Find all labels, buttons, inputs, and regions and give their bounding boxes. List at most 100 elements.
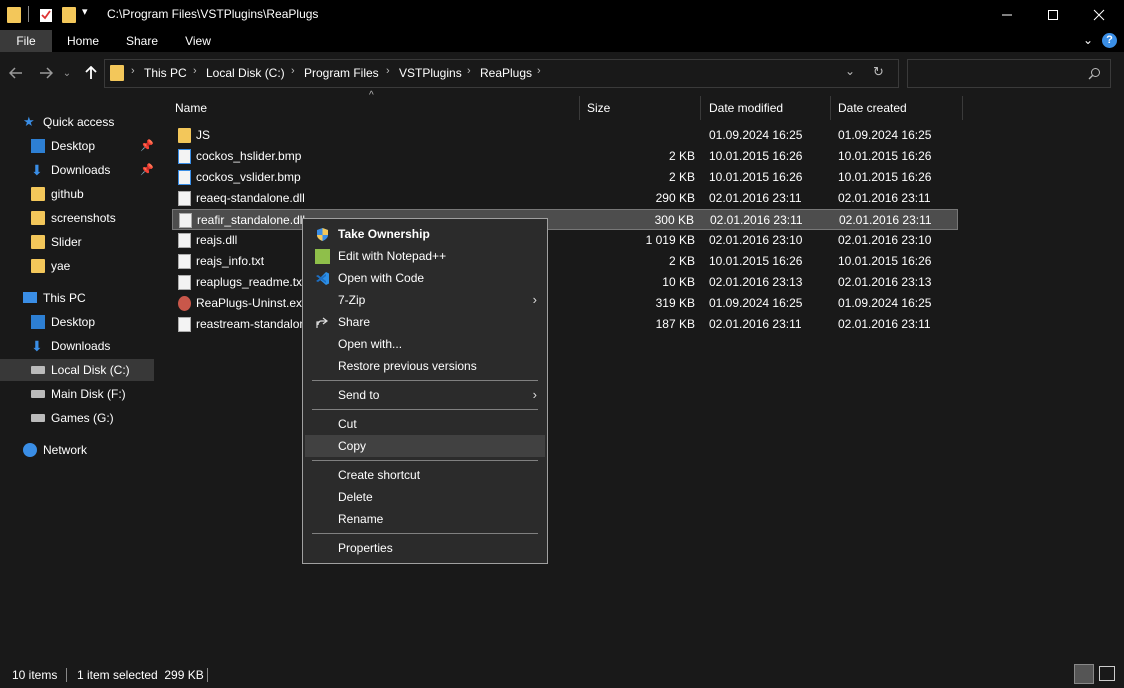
- nav-item-desktop[interactable]: Desktop 📌: [0, 135, 154, 157]
- address-dropdown-icon[interactable]: ⌄: [845, 64, 855, 78]
- nav-item-games-g[interactable]: Games (G:): [0, 407, 154, 429]
- back-arrow-icon: [9, 67, 22, 79]
- menu-item-edit-with-notepad[interactable]: Edit with Notepad++: [305, 245, 545, 267]
- forward-button[interactable]: [36, 63, 56, 83]
- breadcrumb-separator[interactable]: ›: [467, 65, 471, 77]
- minimize-button[interactable]: [984, 0, 1030, 30]
- breadcrumb-separator[interactable]: ›: [131, 65, 135, 77]
- nav-item-pc-desktop[interactable]: Desktop: [0, 311, 154, 333]
- recent-locations-icon[interactable]: ⌄: [60, 63, 74, 83]
- file-row[interactable]: reajs_info.txt 2 KB 10.01.2015 16:26 10.…: [172, 251, 958, 272]
- breadcrumb-program-files[interactable]: Program Files: [304, 66, 379, 80]
- nav-item-screenshots[interactable]: screenshots: [0, 207, 154, 229]
- file-row[interactable]: reaplugs_readme.txt 10 KB 02.01.2016 23:…: [172, 272, 958, 293]
- close-button[interactable]: [1076, 0, 1122, 30]
- menu-item-open-with-code[interactable]: Open with Code: [305, 267, 545, 289]
- shield-icon: [315, 227, 330, 242]
- menu-item-delete[interactable]: Delete: [305, 486, 545, 508]
- file-row[interactable]: reaeq-standalone.dll 290 KB 02.01.2016 2…: [172, 188, 958, 209]
- breadcrumb-local-disk[interactable]: Local Disk (C:): [206, 66, 285, 80]
- properties-icon[interactable]: [39, 7, 53, 23]
- dll-file-icon: [179, 213, 192, 228]
- folder-icon: [7, 7, 21, 23]
- breadcrumb-separator[interactable]: ›: [537, 65, 541, 77]
- menu-item-open-with[interactable]: Open with...: [305, 333, 545, 355]
- back-button[interactable]: [6, 63, 26, 83]
- star-icon: ★: [23, 114, 35, 129]
- column-header-size[interactable]: Size: [587, 94, 610, 122]
- ribbon-tabs: File Home Share View ⌄ ?: [0, 30, 1124, 52]
- tab-file[interactable]: File: [0, 30, 52, 52]
- breadcrumb-vstplugins[interactable]: VSTPlugins: [399, 66, 462, 80]
- maximize-button[interactable]: [1030, 0, 1076, 30]
- file-row[interactable]: cockos_hslider.bmp 2 KB 10.01.2015 16:26…: [172, 146, 958, 167]
- menu-item-take-ownership[interactable]: Take Ownership: [305, 223, 545, 245]
- file-row[interactable]: cockos_vslider.bmp 2 KB 10.01.2015 16:26…: [172, 167, 958, 188]
- column-divider[interactable]: [962, 96, 963, 120]
- breadcrumb-separator[interactable]: ›: [386, 65, 390, 77]
- tab-home[interactable]: Home: [62, 30, 104, 52]
- file-row[interactable]: reajs.dll 1 019 KB 02.01.2016 23:10 02.0…: [172, 230, 958, 251]
- menu-item-copy[interactable]: Copy: [305, 435, 545, 457]
- menu-item-share[interactable]: Share: [305, 311, 545, 333]
- menu-item-rename[interactable]: Rename: [305, 508, 545, 530]
- nav-item-main-disk-f[interactable]: Main Disk (F:): [0, 383, 154, 405]
- breadcrumb-separator[interactable]: ›: [291, 65, 295, 77]
- nav-item-this-pc[interactable]: This PC: [0, 287, 154, 309]
- file-row[interactable]: ReaPlugs-Uninst.exe 319 KB 01.09.2024 16…: [172, 293, 958, 314]
- computer-icon: [23, 292, 37, 303]
- menu-item-properties[interactable]: Properties: [305, 537, 545, 559]
- uninstaller-icon: [178, 296, 191, 311]
- pin-icon: 📌: [140, 164, 154, 176]
- column-header-name[interactable]: Name: [175, 94, 207, 122]
- column-header-date-created[interactable]: Date created: [838, 94, 907, 122]
- drive-icon: [31, 366, 45, 374]
- file-row[interactable]: reastream-standalone.dll 187 KB 02.01.20…: [172, 314, 958, 335]
- column-header-date-modified[interactable]: Date modified: [709, 94, 783, 122]
- up-button[interactable]: [81, 63, 101, 83]
- navigation-row: ⌄ › This PC › Local Disk (C:) › Program …: [0, 52, 1124, 94]
- nav-item-pc-downloads[interactable]: ⬇ Downloads: [0, 335, 154, 357]
- menu-item-create-shortcut[interactable]: Create shortcut: [305, 464, 545, 486]
- details-view-icon[interactable]: [1074, 664, 1094, 684]
- large-icons-view-icon[interactable]: [1099, 666, 1115, 681]
- menu-item-send-to[interactable]: Send to ›: [305, 384, 545, 406]
- nav-item-downloads[interactable]: ⬇ Downloads 📌: [0, 159, 154, 181]
- file-row-selected[interactable]: reafir_standalone.dll 300 KB 02.01.2016 …: [172, 209, 958, 230]
- column-divider[interactable]: [700, 96, 701, 120]
- new-folder-icon[interactable]: [62, 7, 76, 23]
- expand-ribbon-icon[interactable]: ⌄: [1083, 33, 1093, 47]
- desktop-icon: [31, 315, 45, 329]
- nav-item-slider[interactable]: Slider: [0, 231, 154, 253]
- file-row[interactable]: JS 01.09.2024 16:25 01.09.2024 16:25: [172, 125, 958, 146]
- nav-item-network[interactable]: Network: [0, 439, 154, 461]
- breadcrumb-this-pc[interactable]: This PC: [144, 66, 187, 80]
- help-icon[interactable]: ?: [1102, 33, 1117, 48]
- folder-icon: [31, 187, 45, 201]
- text-file-icon: [178, 254, 191, 269]
- drive-icon: [31, 390, 45, 398]
- tab-share[interactable]: Share: [122, 30, 162, 52]
- column-divider[interactable]: [579, 96, 580, 120]
- drive-icon: [31, 414, 45, 422]
- customize-quick-access-icon[interactable]: ▾: [82, 5, 88, 18]
- share-icon: [315, 315, 330, 330]
- column-divider[interactable]: [830, 96, 831, 120]
- menu-item-restore-previous-versions[interactable]: Restore previous versions: [305, 355, 545, 377]
- breadcrumb-separator[interactable]: ›: [193, 65, 197, 77]
- breadcrumb-reaplugs[interactable]: ReaPlugs: [480, 66, 532, 80]
- nav-item-local-disk-c[interactable]: Local Disk (C:): [0, 359, 154, 381]
- folder-icon: [31, 259, 45, 273]
- pin-icon: 📌: [140, 140, 154, 152]
- menu-item-cut[interactable]: Cut: [305, 413, 545, 435]
- menu-item-7zip[interactable]: 7-Zip ›: [305, 289, 545, 311]
- address-bar[interactable]: › This PC › Local Disk (C:) › Program Fi…: [104, 59, 899, 88]
- refresh-icon[interactable]: ↻: [873, 64, 884, 80]
- nav-item-quick-access[interactable]: ★ Quick access: [0, 111, 154, 133]
- download-icon: ⬇: [31, 338, 43, 354]
- nav-item-github[interactable]: github: [0, 183, 154, 205]
- tab-view[interactable]: View: [180, 30, 216, 52]
- nav-item-yae[interactable]: yae: [0, 255, 154, 277]
- minimize-icon: [1002, 14, 1012, 16]
- search-box[interactable]: [907, 59, 1111, 88]
